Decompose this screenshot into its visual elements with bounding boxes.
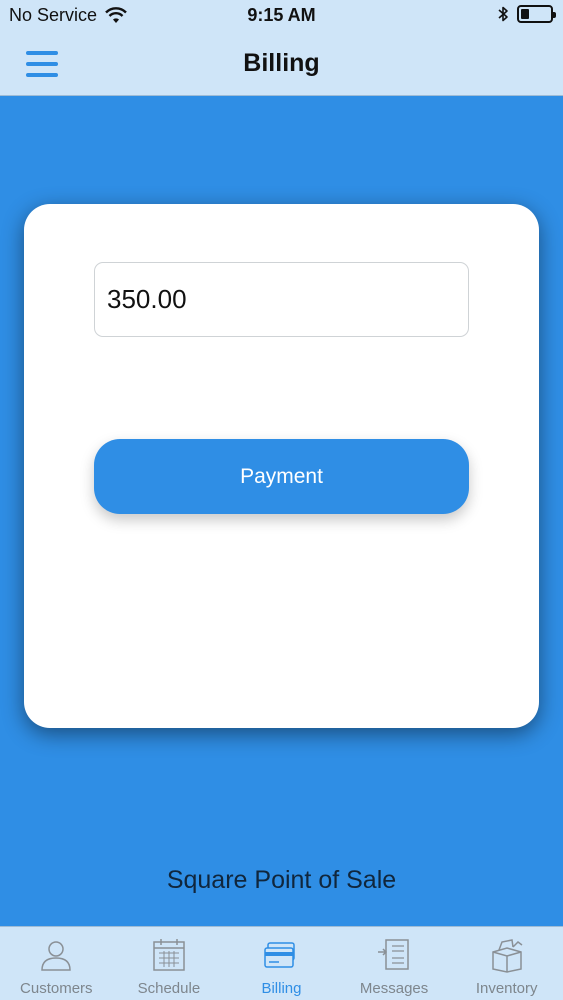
tab-messages[interactable]: Messages <box>338 927 451 1000</box>
battery-fill <box>521 9 530 19</box>
tab-inventory[interactable]: Inventory <box>450 927 563 1000</box>
tab-label: Schedule <box>137 980 201 997</box>
status-bar: No Service 9:15 AM <box>0 0 563 32</box>
battery-icon <box>517 5 556 23</box>
billing-card: Payment <box>24 204 539 728</box>
amount-field[interactable] <box>94 262 469 337</box>
nav-bar: Billing <box>0 32 563 96</box>
tab-label: Messages <box>359 980 429 997</box>
box-icon <box>491 939 523 973</box>
calendar-icon <box>153 939 185 971</box>
bluetooth-icon <box>498 6 508 22</box>
square-pos-link[interactable]: Square Point of Sale <box>0 866 563 895</box>
messages-icon <box>378 939 409 970</box>
tab-schedule[interactable]: Schedule <box>113 927 226 1000</box>
tab-billing[interactable]: Billing <box>225 927 338 1000</box>
tab-label: Inventory <box>475 980 538 997</box>
status-time: 9:15 AM <box>247 5 316 25</box>
tab-bar: Customers Schedule Billing Messages Inve… <box>0 926 563 1000</box>
status-right <box>497 5 556 23</box>
page-title: Billing <box>243 49 320 77</box>
credit-card-icon <box>264 942 296 968</box>
tab-label: Billing <box>261 980 302 997</box>
tab-label: Customers <box>20 980 93 997</box>
tab-customers[interactable]: Customers <box>0 927 113 1000</box>
payment-button[interactable]: Payment <box>94 439 469 514</box>
person-icon <box>41 941 72 971</box>
